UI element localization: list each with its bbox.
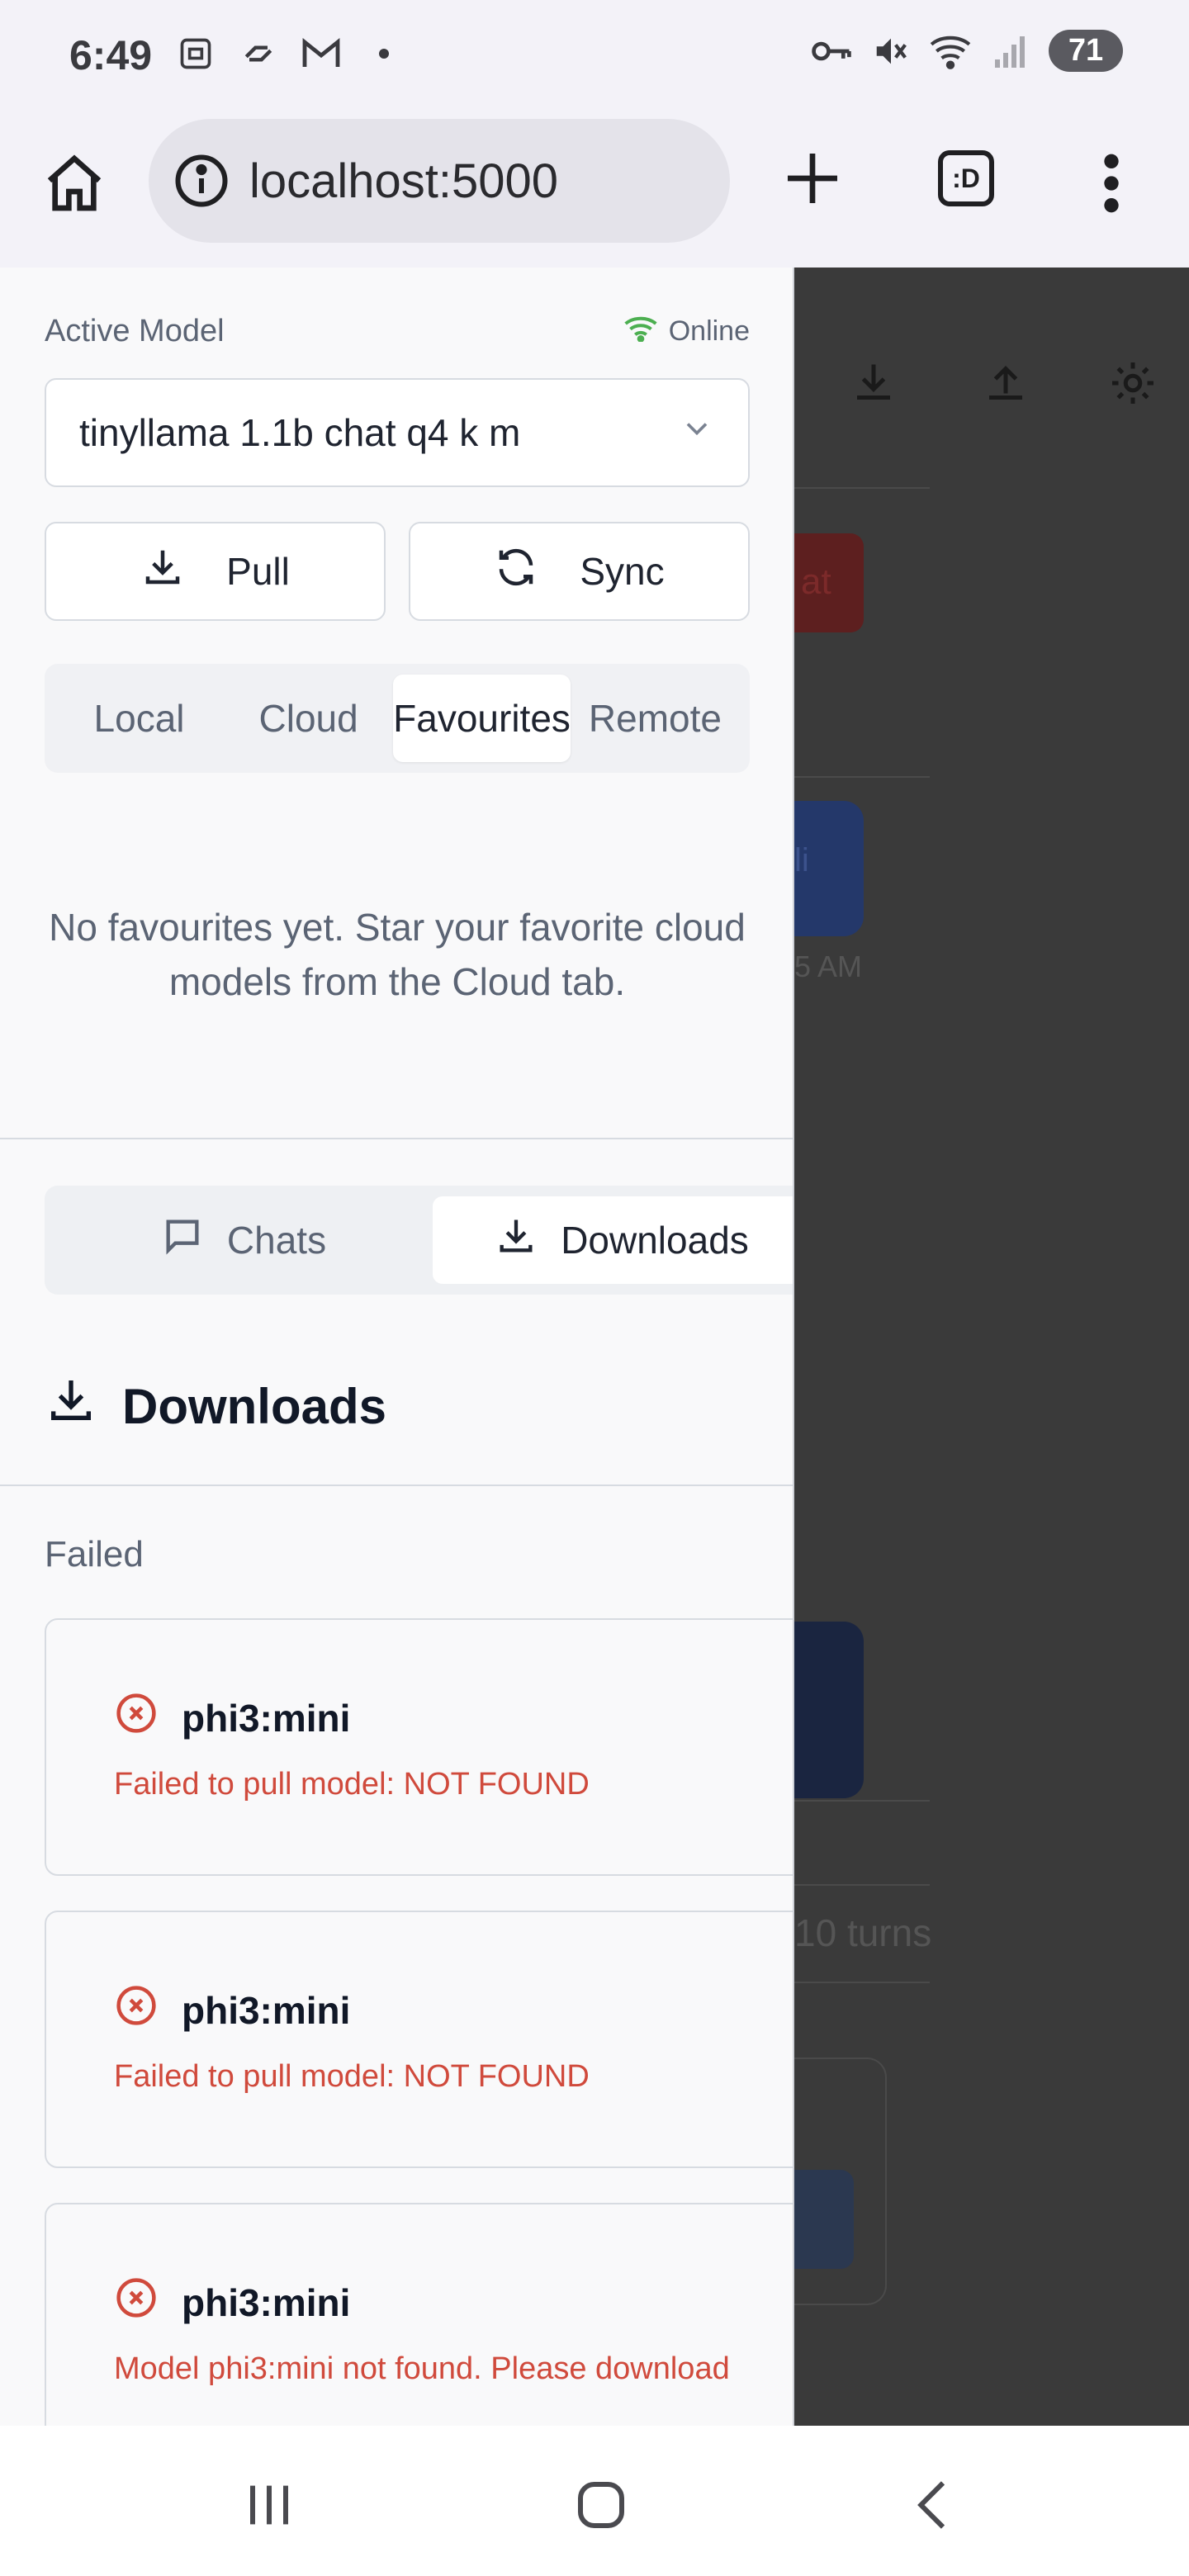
sync-label: Sync xyxy=(580,550,665,593)
download-error-message: Failed to pull model: NOT FOUND xyxy=(114,1767,590,1802)
url-text: localhost:5000 xyxy=(249,154,559,208)
tab-downloads-label: Downloads xyxy=(561,1219,749,1262)
status-text: Online xyxy=(668,315,750,347)
pull-button[interactable]: Pull xyxy=(45,522,386,621)
download-model-name: phi3:mini xyxy=(182,1696,351,1740)
wifi-icon xyxy=(624,314,657,349)
tab-chats[interactable]: Chats xyxy=(54,1196,433,1284)
more-menu-icon[interactable] xyxy=(1095,150,1128,216)
chevron-down-icon xyxy=(679,410,715,456)
download-icon xyxy=(849,358,898,408)
background-turns-label: 10 turns xyxy=(794,1911,932,1954)
home-nav-icon[interactable] xyxy=(568,2472,634,2538)
error-circle-icon xyxy=(114,2275,159,2329)
downloads-title: Downloads xyxy=(122,1378,387,1434)
empty-favourites-message: No favourites yet. Star your favorite cl… xyxy=(49,906,746,1003)
new-tab-icon[interactable] xyxy=(779,145,846,211)
error-circle-icon xyxy=(114,1983,159,2037)
browser-toolbar: localhost:5000 :D xyxy=(0,112,1189,269)
status-time: 6:49 xyxy=(69,32,153,78)
divider xyxy=(0,1138,793,1139)
error-circle-icon xyxy=(114,1691,159,1745)
background-send-button xyxy=(794,2170,854,2269)
gmail-icon xyxy=(301,33,342,74)
site-info-icon[interactable] xyxy=(172,151,231,211)
model-source-tabs: Local Cloud Favourites Remote xyxy=(45,664,750,773)
refresh-icon xyxy=(494,545,538,599)
divider xyxy=(0,1485,793,1486)
settings-gear-icon xyxy=(1108,358,1158,408)
tab-chats-label: Chats xyxy=(226,1219,327,1262)
battery-indicator: 71 xyxy=(1049,30,1123,72)
download-item[interactable]: phi3:mini Failed to pull model: NOT FOUN… xyxy=(45,1618,793,1876)
failed-section-label: Failed xyxy=(45,1534,144,1574)
background-timestamp: 5 AM xyxy=(794,949,863,983)
link-icon xyxy=(238,33,279,74)
connection-status: Online xyxy=(624,314,750,349)
upload-icon xyxy=(981,358,1030,408)
status-bar: 6:49 71 xyxy=(0,0,1189,112)
tab-local[interactable]: Local xyxy=(54,675,224,762)
pull-label: Pull xyxy=(226,550,290,593)
download-error-message: Failed to pull model: NOT FOUND xyxy=(114,2059,590,2094)
tab-remote[interactable]: Remote xyxy=(571,675,740,762)
download-icon xyxy=(495,1215,538,1267)
sync-button[interactable]: Sync xyxy=(409,522,750,621)
chat-bubble-icon xyxy=(161,1215,204,1267)
download-icon xyxy=(140,545,185,599)
download-error-message: Model phi3:mini not found. Please downlo… xyxy=(114,2351,730,2386)
tab-downloads[interactable]: Downloads xyxy=(433,1196,793,1284)
tab-favourites[interactable]: Favourites xyxy=(393,675,571,762)
mute-icon xyxy=(870,31,912,72)
tab-cloud[interactable]: Cloud xyxy=(224,675,393,762)
download-item[interactable]: phi3:mini Model phi3:mini not found. Ple… xyxy=(45,2203,793,2426)
download-item[interactable]: phi3:mini Failed to pull model: NOT FOUN… xyxy=(45,1911,793,2168)
background-app-overlay[interactable]: at li 5 AM 10 turns xyxy=(794,268,1189,2426)
key-icon xyxy=(811,31,852,72)
back-icon[interactable] xyxy=(902,2472,968,2538)
sidebar-drawer: Active Model Online tinyllama 1.1b chat … xyxy=(0,268,794,2426)
dot-icon xyxy=(363,33,405,74)
home-icon[interactable] xyxy=(41,150,107,216)
page-content: at li 5 AM 10 turns Active Model Online … xyxy=(0,268,1189,2426)
download-icon xyxy=(45,1374,97,1438)
background-red-button: at xyxy=(794,533,864,632)
view-tabs: Chats Downloads xyxy=(45,1186,793,1295)
model-select[interactable]: tinyllama 1.1b chat q4 k m xyxy=(45,378,750,487)
active-model-label: Active Model xyxy=(45,314,225,348)
selected-model: tinyllama 1.1b chat q4 k m xyxy=(79,411,521,454)
system-navigation-bar xyxy=(0,2426,1189,2576)
downloads-header: Downloads xyxy=(45,1374,386,1438)
recent-apps-icon[interactable] xyxy=(236,2472,302,2538)
download-model-name: phi3:mini xyxy=(182,1988,351,2032)
background-message-bubble: li xyxy=(794,801,864,936)
wifi-icon xyxy=(930,31,971,72)
download-model-name: phi3:mini xyxy=(182,2280,351,2324)
signal-icon xyxy=(989,31,1030,72)
background-dark-bubble xyxy=(794,1622,864,1798)
tab-switcher-button[interactable]: :D xyxy=(938,150,994,206)
address-bar[interactable]: localhost:5000 xyxy=(149,119,730,243)
screenshot-icon xyxy=(175,33,216,74)
